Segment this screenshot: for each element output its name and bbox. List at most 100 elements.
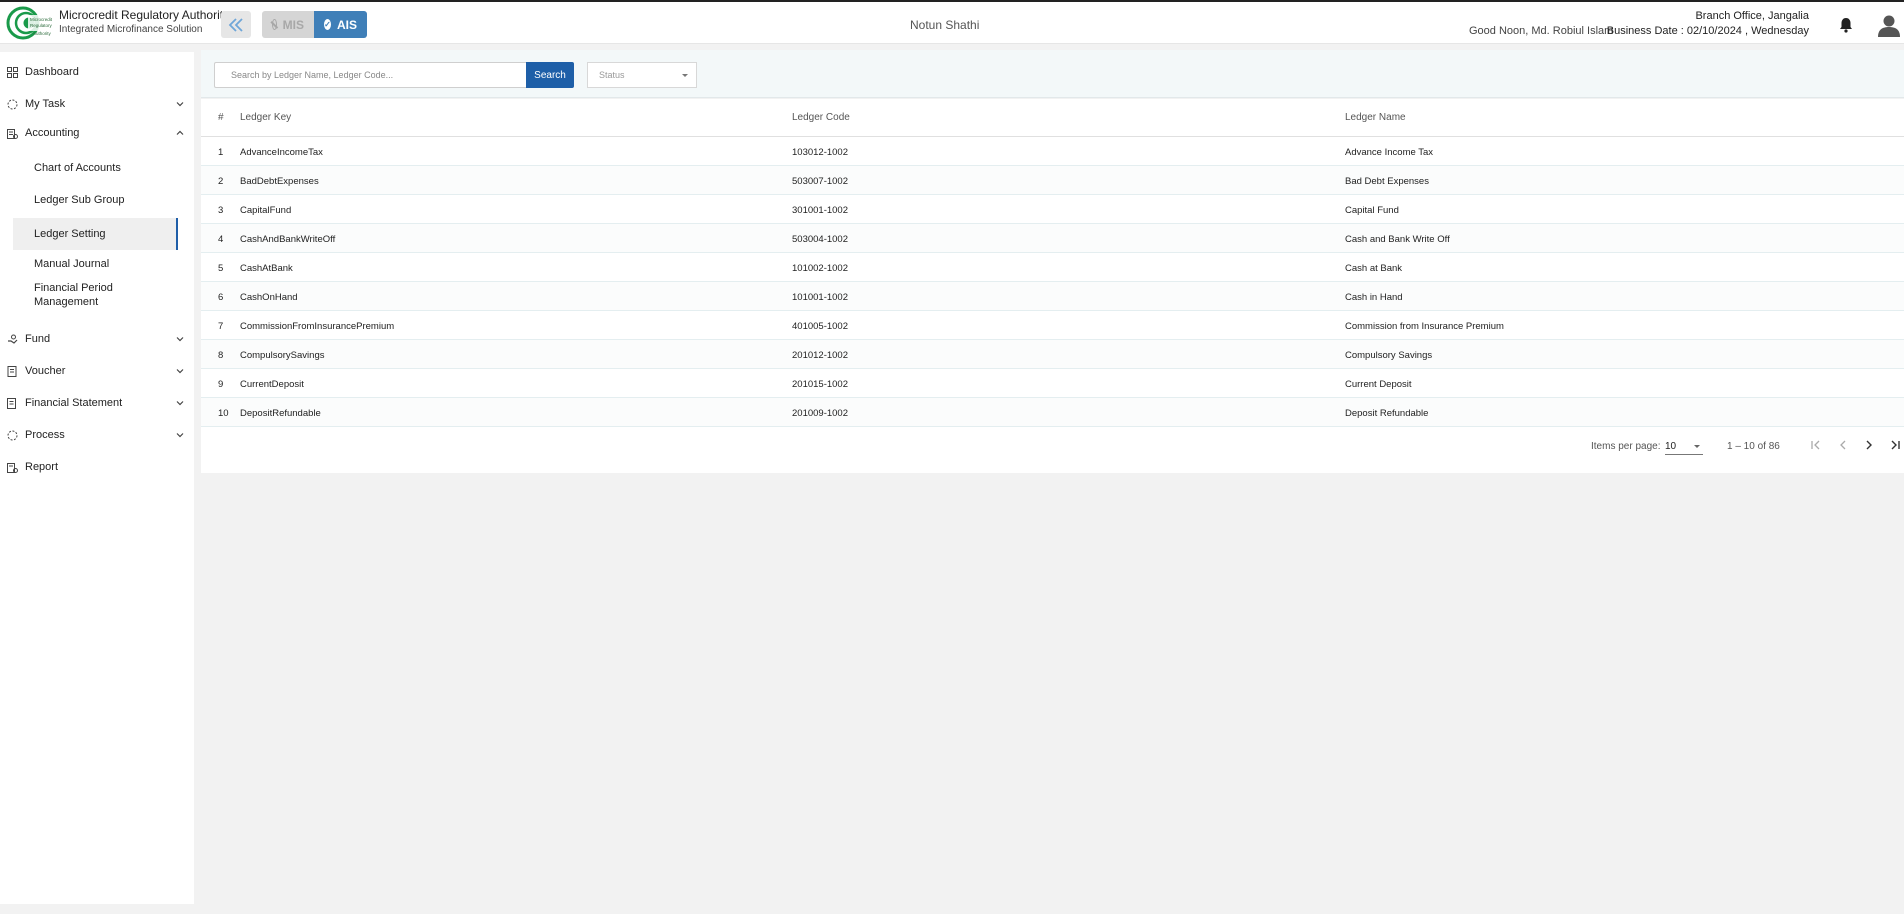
ais-mode-button[interactable]: ✓ AIS bbox=[314, 11, 367, 38]
sidebar-item-label: Dashboard bbox=[25, 66, 79, 78]
table-row[interactable]: 5 CashAtBank 101002-1002 Cash at Bank bbox=[201, 253, 1904, 282]
row-number: 4 bbox=[218, 234, 224, 245]
page-size-select[interactable]: 10 bbox=[1665, 438, 1703, 455]
grid-icon bbox=[7, 66, 18, 78]
sidebar-item-label: Process bbox=[25, 429, 65, 441]
search-button[interactable]: Search bbox=[526, 62, 574, 88]
task-icon bbox=[7, 99, 18, 109]
table-row[interactable]: 9 CurrentDeposit 201015-1002 Current Dep… bbox=[201, 369, 1904, 398]
ledger-code: 103012-1002 bbox=[792, 147, 848, 158]
sidebar: Dashboard My Task Accounting Chart of Ac… bbox=[0, 52, 194, 904]
ledger-name: Advance Income Tax bbox=[1345, 147, 1434, 158]
sidebar-item-accounting[interactable]: Accounting bbox=[0, 120, 194, 146]
paginator: Items per page: 10 1 – 10 of 86 bbox=[201, 421, 1904, 471]
page-range: 1 – 10 of 86 bbox=[1727, 441, 1780, 452]
mis-mode-button[interactable]: MIS bbox=[262, 11, 314, 38]
mis-label: MIS bbox=[282, 17, 304, 32]
sidebar-subitem-ledger-setting[interactable]: Ledger Setting bbox=[13, 218, 178, 250]
sidebar-subitem-ledger-sub-group[interactable]: Ledger Sub Group bbox=[13, 184, 178, 216]
collapse-sidebar-button[interactable] bbox=[221, 11, 251, 38]
row-number: 8 bbox=[218, 350, 224, 361]
ledger-key: AdvanceIncomeTax bbox=[240, 147, 323, 158]
ledger-name: Bad Debt Expenses bbox=[1345, 176, 1429, 187]
sidebar-subitem-label: Ledger Sub Group bbox=[34, 194, 125, 206]
ledger-name: Cash and Bank Write Off bbox=[1345, 234, 1450, 245]
sidebar-item-label: Voucher bbox=[25, 365, 66, 377]
sidebar-item-fund[interactable]: Fund bbox=[0, 326, 194, 352]
ledger-code: 301001-1002 bbox=[792, 205, 848, 216]
sidebar-item-voucher[interactable]: Voucher bbox=[0, 358, 194, 384]
ledger-name: Compulsory Savings bbox=[1345, 350, 1433, 361]
user-avatar-icon[interactable] bbox=[1877, 13, 1901, 37]
svg-text:Regulatory: Regulatory bbox=[30, 23, 53, 28]
sidebar-subitem-label: Ledger Setting bbox=[34, 228, 106, 240]
sidebar-item-dashboard[interactable]: Dashboard bbox=[0, 59, 194, 85]
module-switch: MIS ✓ AIS bbox=[262, 11, 367, 38]
chevron-down-icon bbox=[176, 102, 184, 107]
search-input[interactable] bbox=[214, 62, 527, 88]
sidebar-item-financial-statement[interactable]: Financial Statement bbox=[0, 390, 194, 416]
sidebar-subitem-chart-of-accounts[interactable]: Chart of Accounts bbox=[13, 152, 178, 184]
user-greeting: Good Noon, Md. Robiul Islam bbox=[1469, 25, 1614, 37]
app-header: Microcredit Regulatory Authority Microcr… bbox=[0, 2, 1904, 44]
ledger-name: Cash at Bank bbox=[1345, 263, 1403, 274]
sidebar-subitem-financial-period-management[interactable]: Financial Period Management bbox=[13, 279, 178, 311]
ledger-key: DepositRefundable bbox=[240, 408, 321, 419]
org-subtitle: Integrated Microfinance Solution bbox=[59, 24, 203, 35]
ledger-key: CashAtBank bbox=[240, 263, 293, 274]
table-row[interactable]: 6 CashOnHand 101001-1002 Cash in Hand bbox=[201, 282, 1904, 311]
first-page-icon bbox=[1811, 440, 1820, 450]
previous-page-button[interactable] bbox=[1834, 436, 1852, 454]
fund-icon bbox=[8, 334, 18, 344]
notification-bell-icon[interactable] bbox=[1839, 17, 1853, 33]
sidebar-item-my-task[interactable]: My Task bbox=[0, 91, 194, 117]
ledger-name: Capital Fund bbox=[1345, 205, 1399, 216]
page-size-value: 10 bbox=[1665, 441, 1677, 452]
sidebar-item-report[interactable]: Report bbox=[0, 454, 194, 480]
check-circle-icon: ✓ bbox=[324, 19, 331, 30]
table-row[interactable]: 3 CapitalFund 301001-1002 Capital Fund bbox=[201, 195, 1904, 224]
row-number: 5 bbox=[218, 263, 224, 274]
mra-logo: Microcredit Regulatory Authority bbox=[6, 5, 54, 41]
status-select[interactable]: Status bbox=[587, 62, 697, 88]
ledger-key: CompulsorySavings bbox=[240, 350, 325, 361]
svg-text:Authority: Authority bbox=[33, 31, 52, 36]
ledger-code: 201015-1002 bbox=[792, 379, 848, 390]
chevron-down-icon bbox=[176, 337, 184, 342]
caret-down-icon bbox=[1694, 445, 1700, 448]
table-row[interactable]: 4 CashAndBankWriteOff 503004-1002 Cash a… bbox=[201, 224, 1904, 253]
chevron-up-icon bbox=[176, 130, 184, 135]
first-page-button[interactable] bbox=[1807, 436, 1825, 454]
sidebar-subitem-manual-journal[interactable]: Manual Journal bbox=[13, 248, 178, 280]
report-icon bbox=[7, 462, 18, 473]
chevron-right-icon bbox=[1866, 440, 1872, 450]
row-number: 10 bbox=[218, 408, 229, 419]
ledger-code: 503004-1002 bbox=[792, 234, 848, 245]
sidebar-item-label: Fund bbox=[25, 333, 51, 345]
sidebar-item-label: My Task bbox=[25, 98, 66, 110]
disabled-icon bbox=[272, 19, 277, 30]
ledger-code: 101002-1002 bbox=[792, 263, 848, 274]
sidebar-item-process[interactable]: Process bbox=[0, 422, 194, 448]
ledger-code: 201012-1002 bbox=[792, 350, 848, 361]
row-number: 3 bbox=[218, 205, 224, 216]
org-name: Microcredit Regulatory Authority bbox=[59, 8, 230, 22]
table-row[interactable]: 2 BadDebtExpenses 503007-1002 Bad Debt E… bbox=[201, 166, 1904, 195]
items-per-page-label: Items per page: bbox=[1591, 441, 1661, 452]
column-header-number: # bbox=[218, 112, 224, 123]
sidebar-item-label: Report bbox=[25, 461, 59, 473]
next-page-button[interactable] bbox=[1860, 436, 1878, 454]
ledger-key: CashOnHand bbox=[240, 292, 298, 303]
table-row[interactable]: 8 CompulsorySavings 201012-1002 Compulso… bbox=[201, 340, 1904, 369]
last-page-button[interactable] bbox=[1886, 436, 1904, 454]
filter-bar: Search Status bbox=[201, 50, 1904, 98]
row-number: 6 bbox=[218, 292, 224, 303]
ledger-code: 201009-1002 bbox=[792, 408, 848, 419]
app-name: Notun Shathi bbox=[910, 18, 980, 32]
chevron-down-icon bbox=[176, 401, 184, 406]
statement-icon bbox=[7, 397, 16, 409]
table-row[interactable]: 7 CommissionFromInsurancePremium 401005-… bbox=[201, 311, 1904, 340]
ledger-key: CapitalFund bbox=[240, 205, 292, 216]
table-row[interactable]: 1 AdvanceIncomeTax 103012-1002 Advance I… bbox=[201, 137, 1904, 166]
last-page-icon bbox=[1891, 440, 1900, 450]
